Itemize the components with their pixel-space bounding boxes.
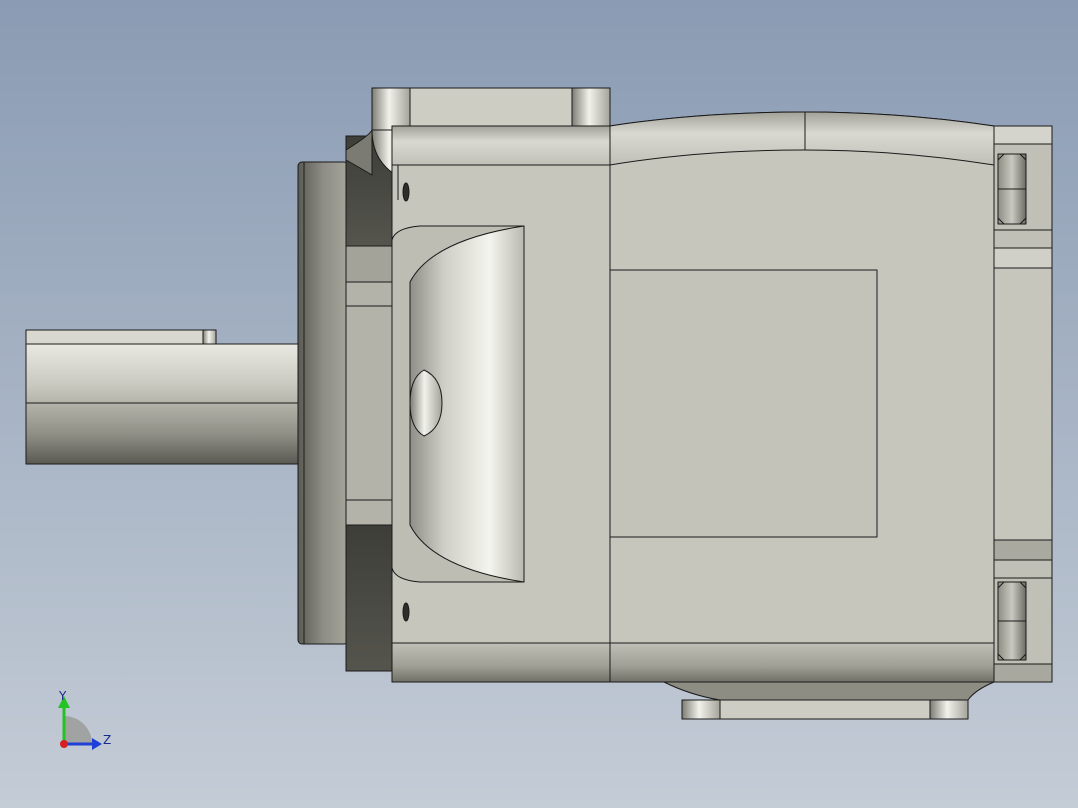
orientation-triad: Y Z [58, 689, 111, 750]
hex-bolt-bottom [997, 581, 1027, 661]
bottom-mounting-foot [663, 681, 995, 720]
front-housing[interactable] [391, 125, 611, 683]
output-shaft[interactable] [25, 329, 301, 465]
housing-cover-plate [609, 269, 878, 538]
cad-viewport[interactable]: Y Z [0, 0, 1078, 808]
gearbox-motor-model[interactable]: Y Z [0, 0, 1078, 808]
z-axis-arrowhead [92, 738, 102, 750]
mounting-flange[interactable] [297, 161, 349, 645]
x-axis-dot [60, 740, 68, 748]
z-axis-label: Z [103, 733, 111, 747]
y-axis-label: Y [58, 689, 67, 703]
hex-bolt-top [997, 153, 1027, 225]
gearbox-housing[interactable] [609, 111, 995, 683]
